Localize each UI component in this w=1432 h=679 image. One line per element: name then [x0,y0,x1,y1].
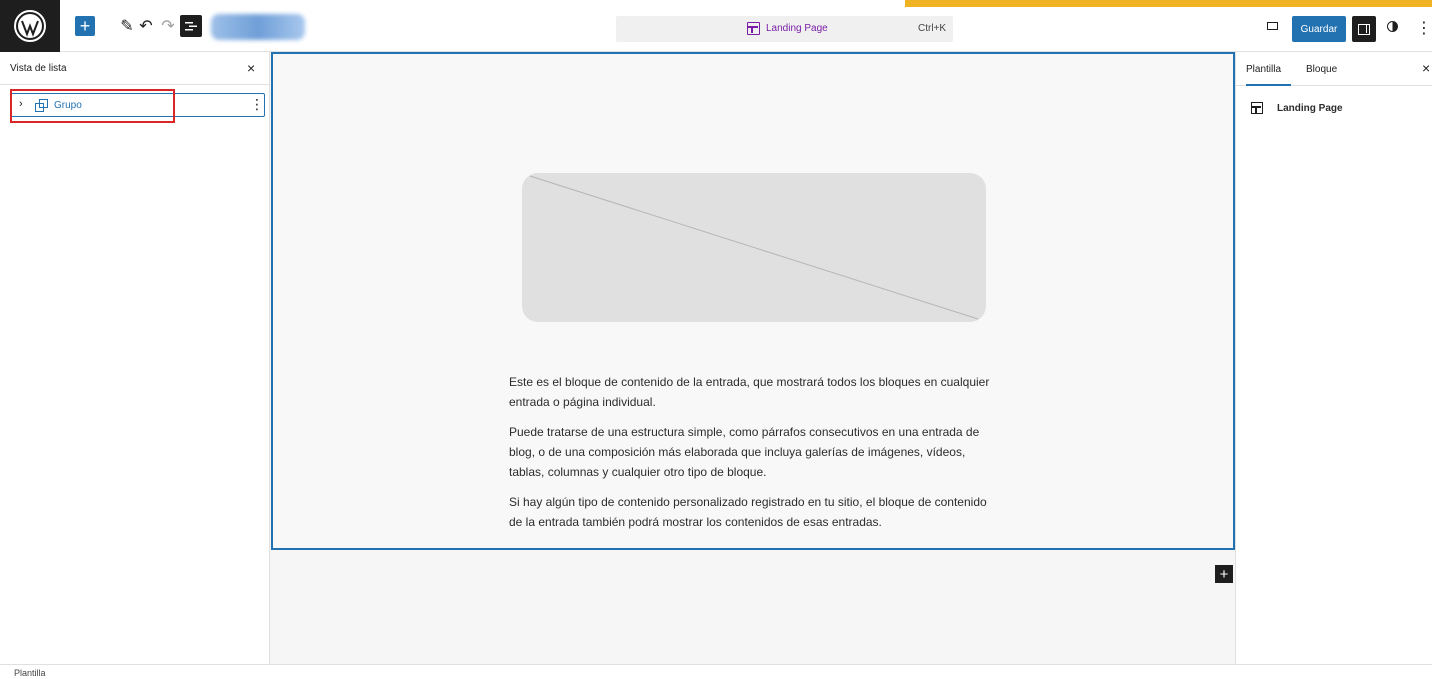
tools-pencil-icon[interactable]: ✎ [117,16,137,36]
list-view-panel: Vista de lista × › Grupo ⋮ [0,52,270,664]
add-block-icon[interactable]: + [1215,565,1233,583]
device-preview-button[interactable] [1264,18,1280,34]
block-options-icon[interactable]: ⋮ [250,96,264,113]
list-item-label: Grupo [54,100,82,111]
wordpress-icon [14,10,46,42]
tab-template[interactable]: Plantilla [1246,64,1281,75]
active-tab-indicator [1246,84,1291,86]
list-view-icon [185,22,197,31]
layout-icon [747,22,760,35]
document-title-command-bar[interactable]: Landing Page Ctrl+K [616,16,953,42]
template-summary: Landing Page [1251,101,1343,115]
settings-sidebar: Plantilla Bloque × Landing Page [1235,52,1432,664]
breadcrumb[interactable]: Plantilla [14,668,46,678]
redo-icon[interactable]: ↷ [158,16,178,36]
close-sidebar-icon[interactable]: × [1422,60,1430,76]
layout-icon [1251,102,1263,114]
list-view-title: Vista de lista [10,63,67,74]
blurred-site-title [211,14,305,40]
block-inserter-button[interactable]: + [75,16,95,36]
close-list-view-icon[interactable]: × [247,60,255,76]
contrast-icon [1386,20,1398,32]
undo-icon[interactable]: ↶ [136,16,156,36]
desktop-icon [1266,22,1278,30]
styles-button[interactable] [1384,18,1400,34]
tab-block[interactable]: Bloque [1306,64,1337,75]
editor-canvas[interactable]: Este es el bloque de contenido de la ent… [270,52,1235,664]
editor-toolbar: + ✎ ↶ ↷ Landing Page Ctrl+K Guardar ⋮ [0,0,1432,52]
list-view-button[interactable] [180,15,202,37]
list-view-header: Vista de lista × [0,52,269,85]
image-placeholder-diagonal [529,175,979,320]
chevron-right-icon[interactable]: › [19,98,23,110]
top-notification-strip [905,0,1432,7]
content-paragraph: Puede tratarse de una estructura simple,… [509,425,980,479]
list-item-group[interactable]: › Grupo ⋮ [10,93,265,117]
sidebar-tabs: Plantilla Bloque × [1236,52,1432,86]
more-vertical-icon: ⋮ [1416,20,1432,37]
selected-group-block[interactable]: Este es el bloque de contenido de la ent… [271,52,1235,550]
featured-image-placeholder[interactable] [522,173,986,322]
template-name: Landing Page [1277,102,1343,114]
group-block-icon [35,99,48,112]
post-content-text[interactable]: Este es el bloque de contenido de la ent… [509,372,991,542]
content-paragraph: Si hay algún tipo de contenido personali… [509,495,987,529]
command-shortcut: Ctrl+K [918,23,947,34]
block-breadcrumb-footer: Plantilla [0,664,1432,679]
options-menu-button[interactable]: ⋮ [1416,16,1432,40]
save-button[interactable]: Guardar [1292,16,1346,42]
content-paragraph: Este es el bloque de contenido de la ent… [509,375,990,409]
wordpress-logo[interactable] [0,0,60,52]
command-title: Landing Page [766,23,828,34]
sidebar-icon [1358,23,1370,35]
settings-toggle-button[interactable] [1352,16,1376,42]
